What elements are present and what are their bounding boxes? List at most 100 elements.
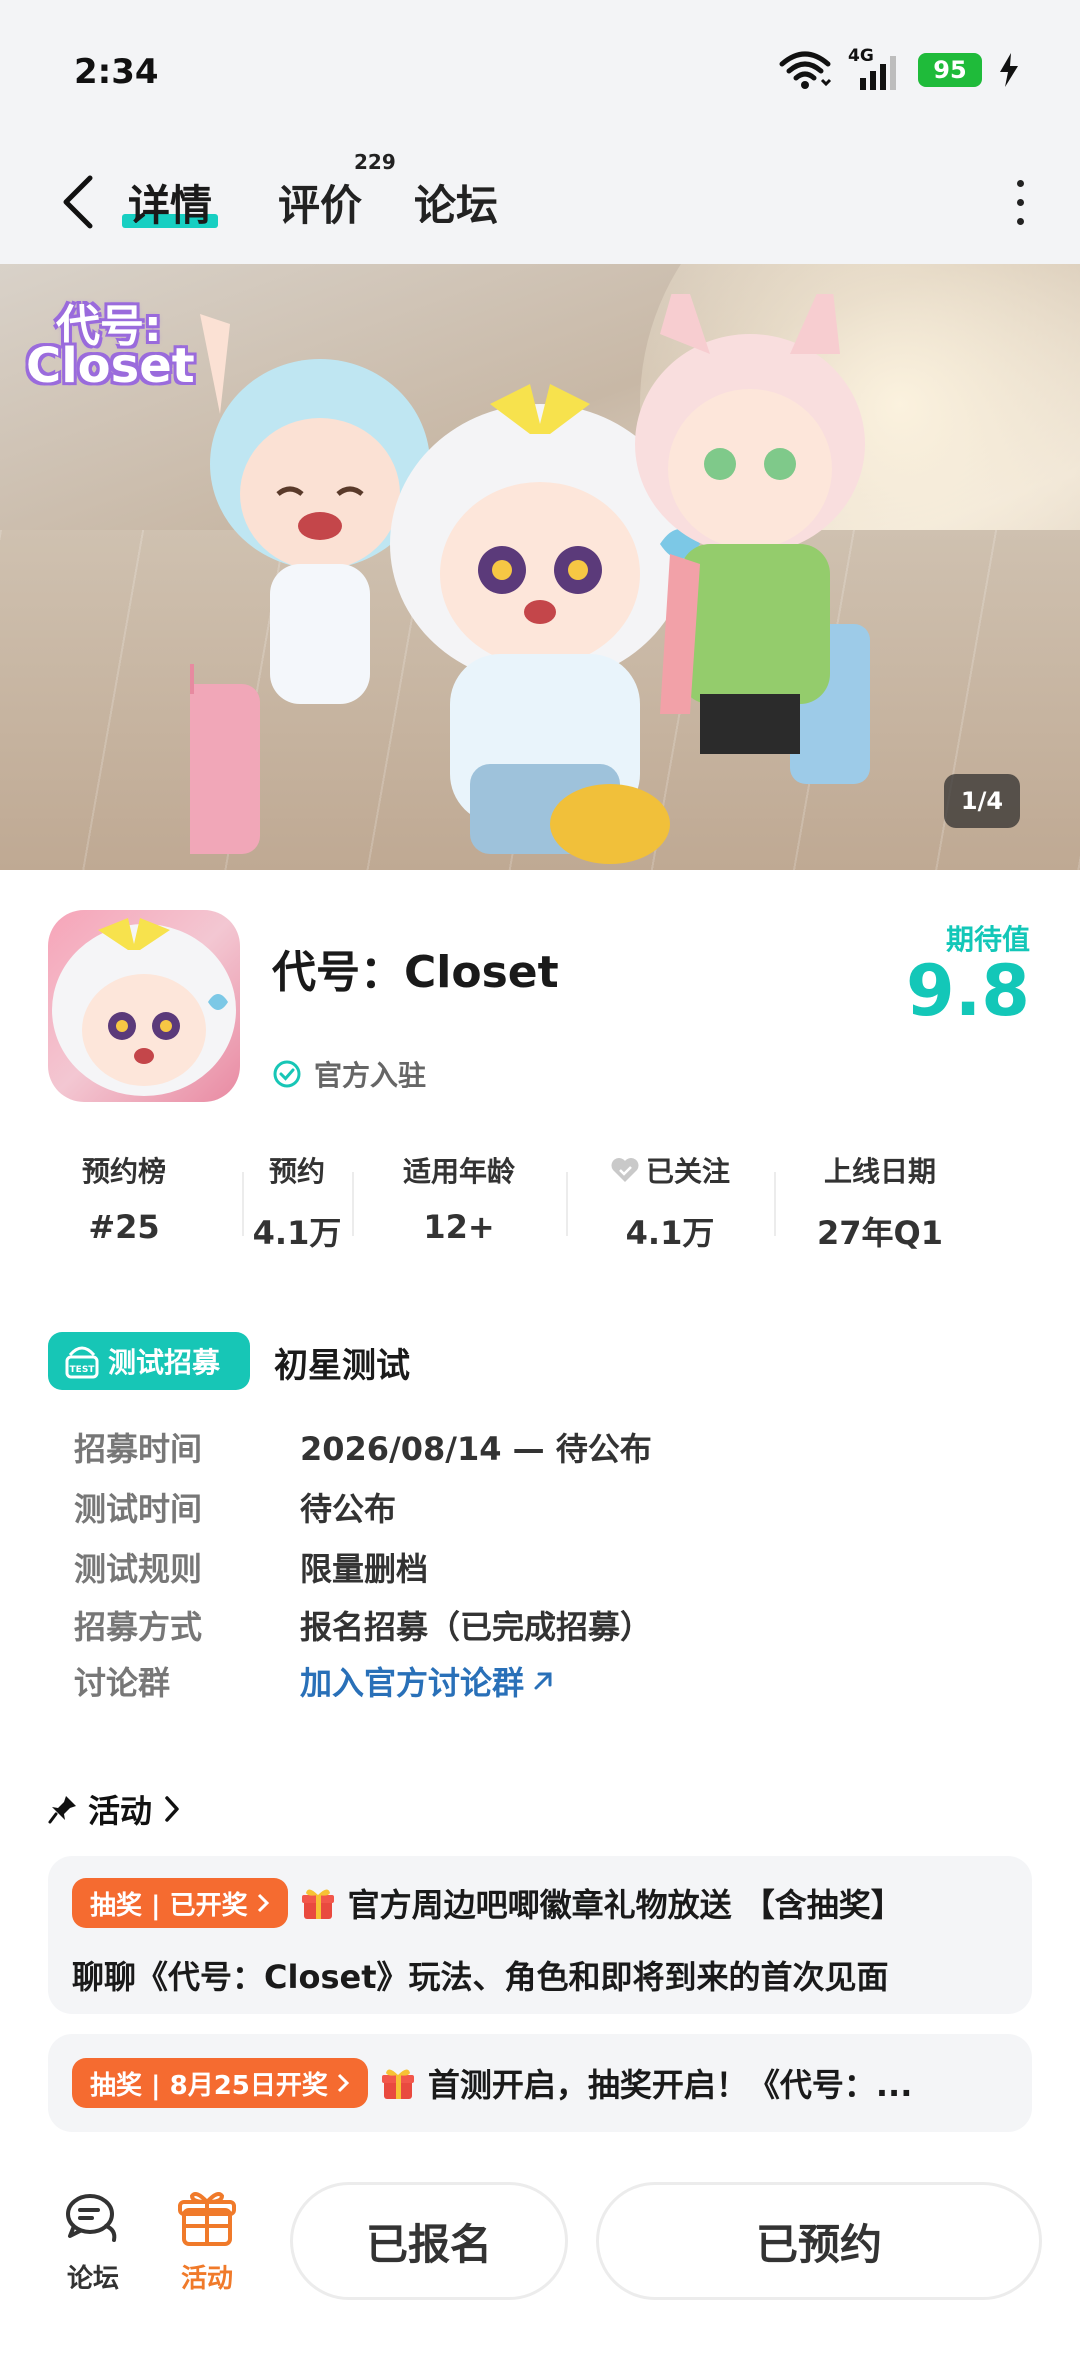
gift-icon: [381, 2069, 414, 2099]
stat-label: 已关注: [645, 1155, 730, 1188]
bottom-nav-activity[interactable]: 活动: [162, 2188, 252, 2295]
info-value: 报名招募（已完成招募）: [300, 1608, 653, 1646]
logo-text-line2: Closet: [26, 338, 195, 394]
game-logo: 代号: Closet: [26, 290, 195, 402]
stat-label: 适用年龄: [402, 1155, 515, 1188]
test-recruit-label: 测试招募: [108, 1346, 221, 1379]
stat-release-date: 上线日期 27年Q1: [774, 1150, 986, 1260]
stat-label: 上线日期: [823, 1155, 936, 1188]
stat-value: 12+: [423, 1208, 495, 1246]
badge-label: 抽奖 | 8月25日开奖: [90, 2070, 328, 2101]
tab-detail[interactable]: 详情: [122, 162, 219, 242]
activity-section-header[interactable]: 活动: [48, 1786, 182, 1832]
banner-carousel[interactable]: 代号: Closet 1/4: [0, 264, 1080, 870]
activity-card[interactable]: 抽奖 | 8月25日开奖 首测开启，抽奖开启！《代号：...: [48, 2034, 1032, 2132]
pin-icon: [48, 1796, 76, 1824]
carousel-page-indicator: 1/4: [944, 774, 1020, 828]
lottery-status-badge[interactable]: 抽奖 | 8月25日开奖: [72, 2058, 368, 2108]
expectation-score: 9.8: [905, 950, 1030, 1032]
top-nav: 详情 评价 229 论坛: [0, 140, 1080, 264]
official-label: 官方入驻: [314, 1059, 427, 1092]
battery-indicator: 95: [918, 53, 982, 87]
activity-line: 抽奖 | 8月25日开奖 首测开启，抽奖开启！《代号：...: [72, 2058, 912, 2108]
more-dot: [1016, 179, 1024, 187]
info-row-test-time: 测试时间 待公布: [74, 1484, 1014, 1530]
reserved-button[interactable]: 已预约: [596, 2182, 1042, 2300]
forum-icon: [66, 2194, 117, 2242]
test-recruit-tag: TEST 测试招募: [48, 1332, 250, 1390]
stat-following[interactable]: 已关注 4.1万: [566, 1150, 774, 1260]
info-key: 测试时间: [74, 1490, 203, 1528]
bottom-nav-forum[interactable]: 论坛: [48, 2188, 138, 2295]
stat-value: 27年Q1: [816, 1214, 943, 1252]
stat-rank[interactable]: 预约榜 #25: [0, 1150, 248, 1260]
info-value: 限量删档: [300, 1550, 429, 1588]
link-label: 加入官方讨论群: [300, 1664, 525, 1702]
activity-heading: 活动: [88, 1792, 153, 1830]
status-time: 2:34: [74, 52, 159, 92]
activity-card[interactable]: 抽奖 | 已开奖 官方周边吧唧徽章礼物放送 【含抽奖】 聊聊《代号：Closet…: [48, 1856, 1032, 2014]
activity-title-line: 官方周边吧唧徽章礼物放送 【含抽奖】: [347, 1886, 903, 1924]
official-verified: 官方入驻: [272, 1054, 426, 1094]
info-key: 招募方式: [74, 1608, 203, 1646]
more-dot: [1016, 198, 1024, 206]
info-row-test-rules: 测试规则 限量删档: [74, 1544, 1014, 1590]
chevron-right-icon: [165, 1796, 179, 1822]
chevron-right-icon: [257, 1893, 269, 1913]
chevron-right-icon: [337, 2073, 349, 2093]
info-row-recruit-time: 招募时间 2026/08/14 — 待公布: [74, 1424, 1014, 1470]
game-app-icon: [48, 910, 240, 1102]
back-button[interactable]: [52, 170, 102, 234]
info-key: 招募时间: [74, 1430, 203, 1468]
stat-reservations: 预约 4.1万: [242, 1150, 352, 1260]
tab-forum[interactable]: 论坛: [414, 162, 498, 242]
activity-subtitle-line: 聊聊《代号：Closet》玩法、角色和即将到来的首次见面: [72, 1958, 889, 1996]
status-icons: 4G 95: [778, 46, 1020, 90]
test-badge-text: TEST: [70, 1365, 96, 1375]
characters-illustration: [190, 294, 870, 864]
charging-icon: [1000, 53, 1018, 87]
review-count-badge: 229: [354, 150, 396, 174]
stat-label-following: 已关注: [566, 1150, 774, 1190]
stat-label: 预约榜: [81, 1155, 166, 1188]
activity-line: 抽奖 | 已开奖 官方周边吧唧徽章礼物放送 【含抽奖】: [72, 1878, 903, 1928]
external-arrow-icon: [534, 1672, 552, 1690]
bottom-action-bar: 论坛 活动 已报名 已预约: [0, 2160, 1080, 2372]
stat-value: 4.1万: [252, 1214, 342, 1252]
chevron-left-icon: [63, 175, 93, 229]
status-bar: 2:34 4G 95: [0, 0, 1080, 140]
recruit-title: 初星测试: [274, 1346, 410, 1386]
game-title: 代号：Closet: [272, 947, 559, 998]
badge-label: 抽奖 | 已开奖: [90, 1890, 248, 1921]
info-value: 待公布: [300, 1490, 397, 1528]
more-dot: [1016, 217, 1024, 225]
activity-title-line: 首测开启，抽奖开启！《代号：...: [427, 2066, 913, 2104]
info-row-discussion-group: 讨论群 加入官方讨论群: [74, 1658, 1014, 1704]
stat-label: 预约: [268, 1155, 325, 1188]
activity-line: 聊聊《代号：Closet》玩法、角色和即将到来的首次见面: [72, 1952, 889, 1998]
signed-up-button[interactable]: 已报名: [290, 2182, 568, 2300]
info-key: 测试规则: [74, 1550, 203, 1588]
wifi-icon: [779, 51, 832, 89]
app-icon-art: [52, 918, 236, 1096]
verified-check-icon: [273, 1060, 301, 1088]
nav-label: 活动: [180, 2264, 233, 2294]
info-key: 讨论群: [74, 1664, 171, 1702]
info-value: 2026/08/14 — 待公布: [300, 1430, 652, 1468]
stat-age-rating[interactable]: 适用年龄 12+: [352, 1150, 566, 1260]
stats-row: 预约榜 #25 预约 4.1万 适用年龄 12+ 已关注 4.1万 上线日期 2…: [0, 1150, 1080, 1260]
lottery-status-badge[interactable]: 抽奖 | 已开奖: [72, 1878, 288, 1928]
more-options-button[interactable]: [1008, 170, 1032, 234]
tab-forum-label: 论坛: [414, 180, 499, 230]
gift-icon: [178, 2192, 236, 2246]
tab-detail-label: 详情: [128, 180, 213, 230]
join-discussion-group-link[interactable]: 加入官方讨论群: [300, 1658, 556, 1704]
signal-bars-icon: [860, 56, 896, 90]
tab-review[interactable]: 评价: [278, 162, 362, 242]
tab-review-label: 评价: [278, 180, 363, 230]
info-row-recruit-method: 招募方式 报名招募（已完成招募）: [74, 1602, 1014, 1648]
stat-value: #25: [88, 1208, 160, 1246]
test-badge-icon: TEST: [65, 1346, 99, 1379]
nav-label: 论坛: [66, 2264, 119, 2294]
stat-value: 4.1万: [625, 1214, 715, 1252]
